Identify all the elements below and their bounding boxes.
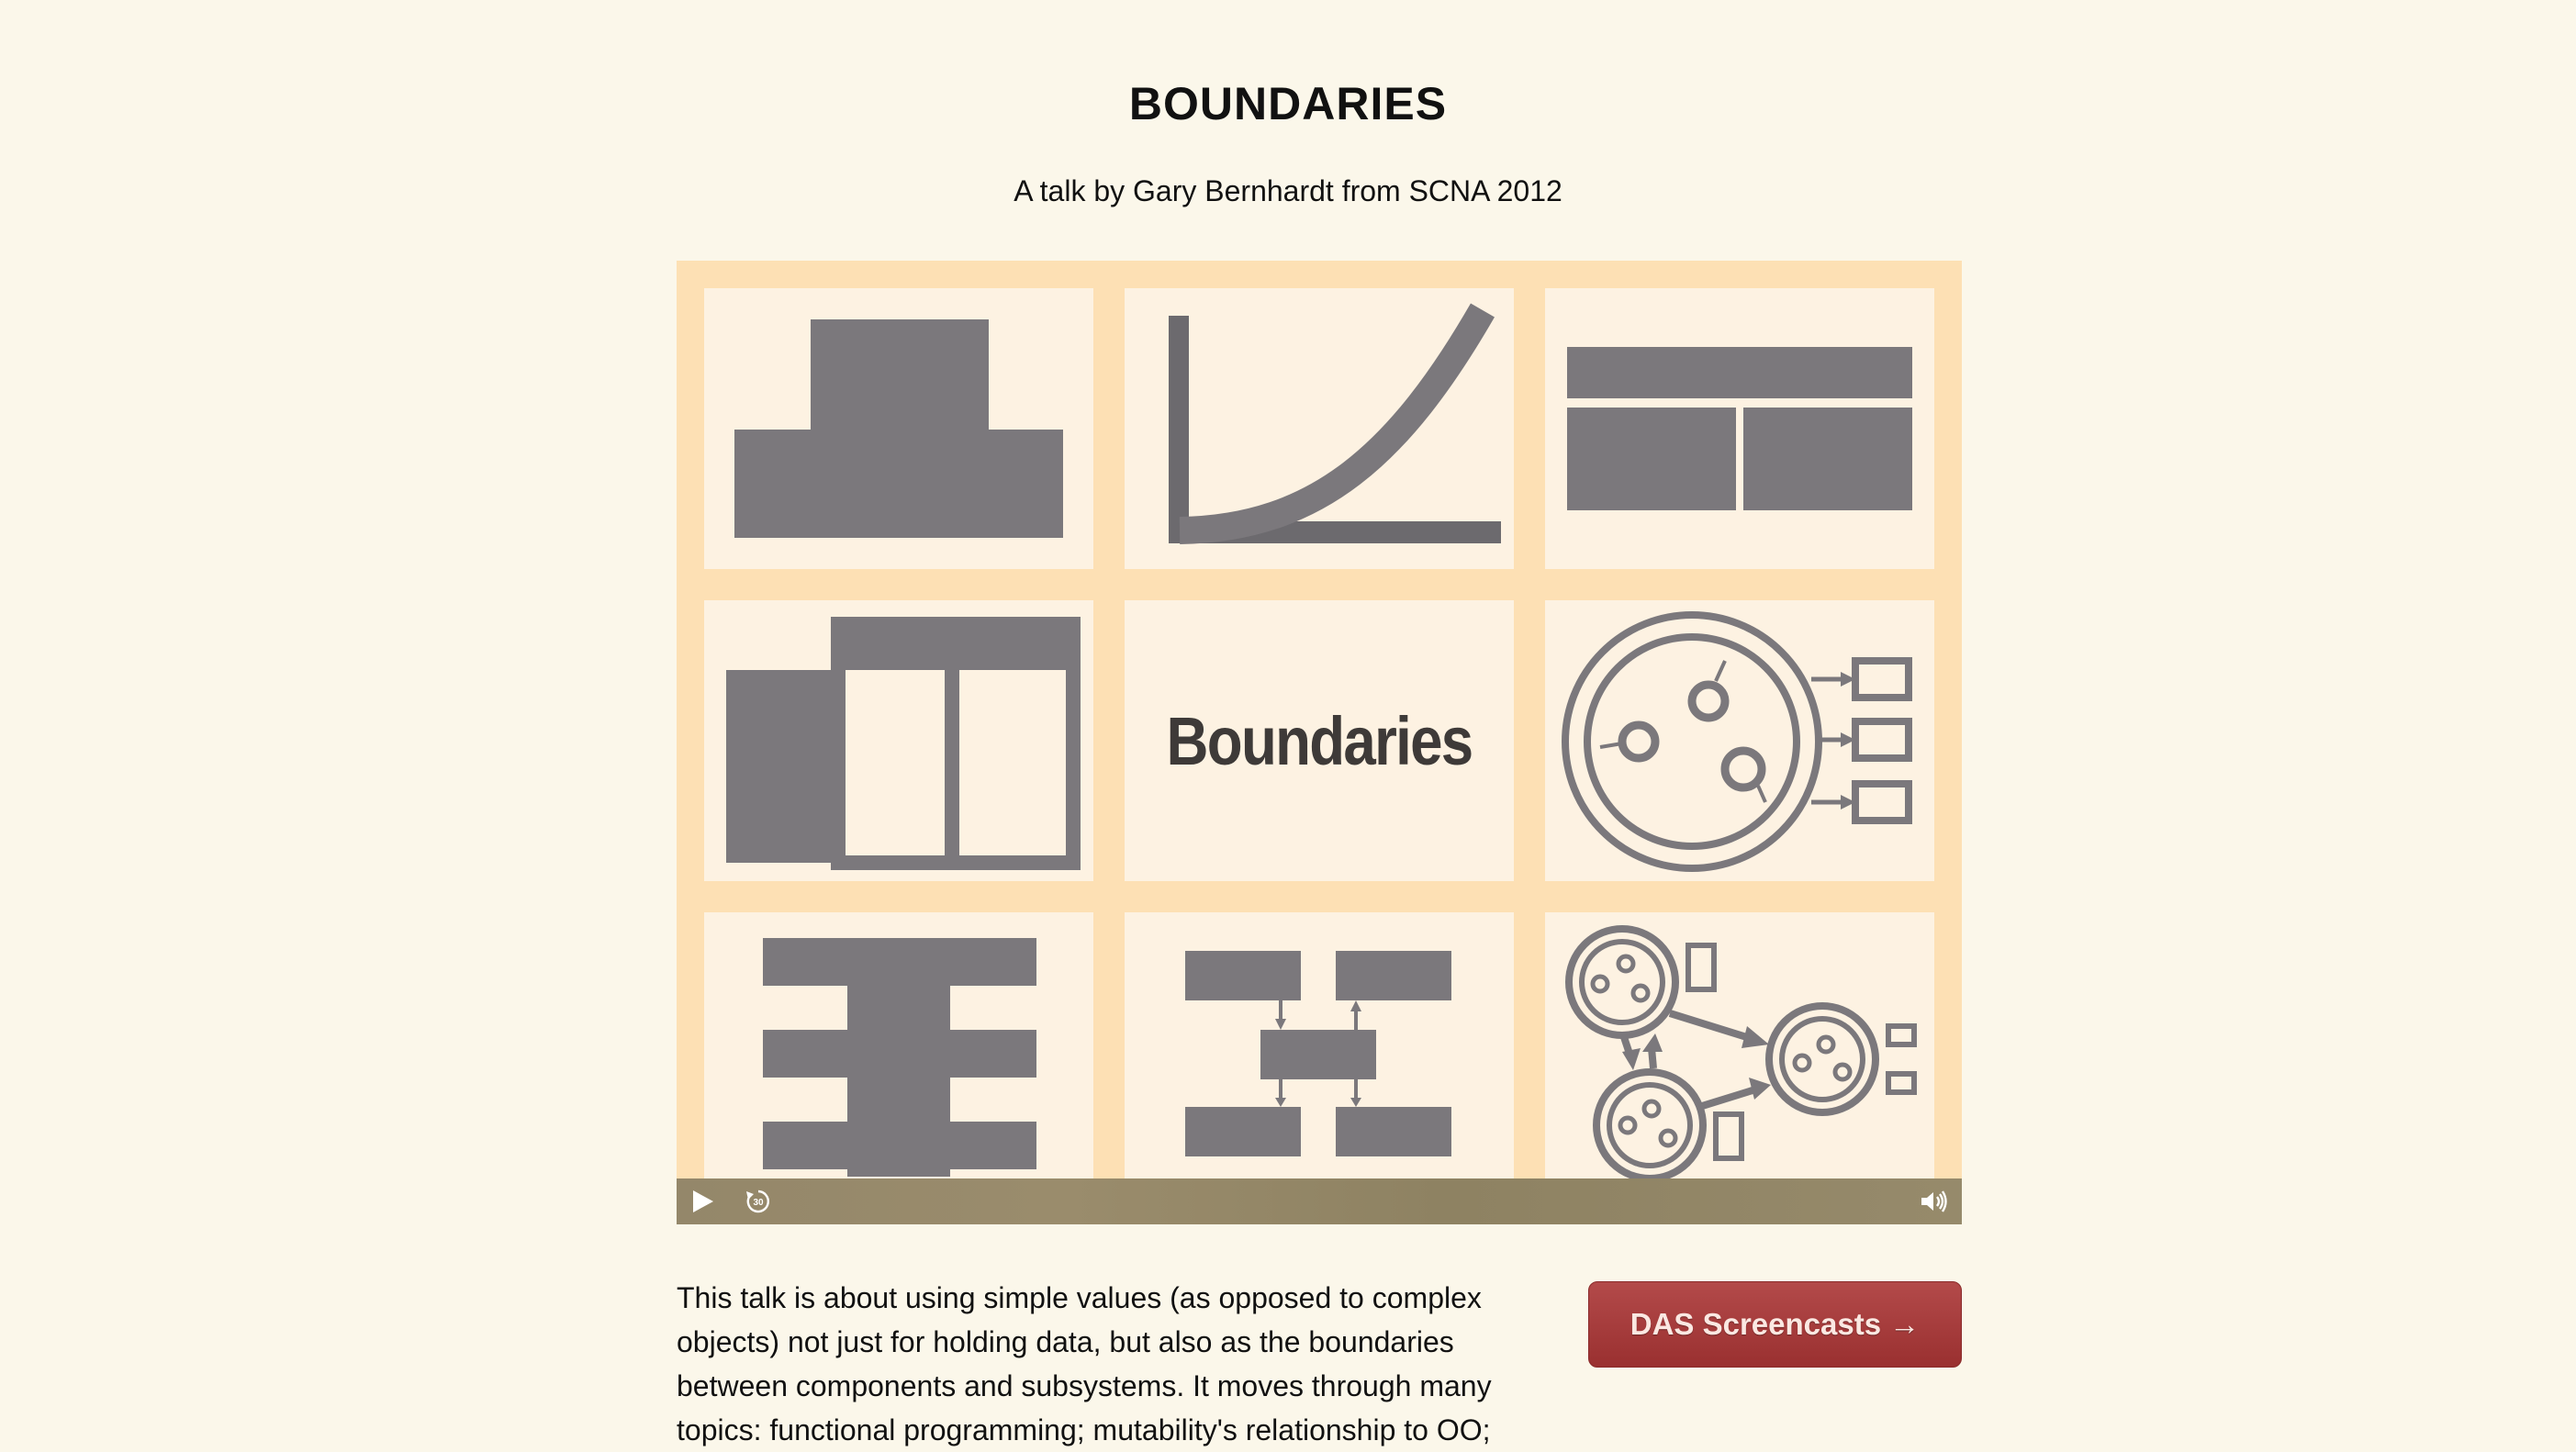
play-icon: [693, 1190, 713, 1212]
poster-tile-partition-blocks: [704, 600, 1093, 881]
nested-circles-illustration: [1562, 611, 1912, 872]
volume-icon: [1921, 1190, 1947, 1212]
video-player[interactable]: Boundaries 30: [677, 261, 1962, 1224]
poster-tile-i-beam: [704, 912, 1093, 1193]
poster-tile-nested-circles: [1545, 600, 1934, 881]
rewind-30-button[interactable]: 30: [745, 1188, 772, 1215]
poster-tile-connected-systems: [1545, 912, 1934, 1193]
video-control-bar: 30: [677, 1178, 1962, 1224]
i-beam-illustration: [763, 938, 1036, 1177]
rewind-30-icon: 30: [746, 1190, 769, 1213]
talk-description: This talk is about using simple values (…: [677, 1281, 1492, 1446]
poster-tile-flow-blocks: [1125, 912, 1514, 1193]
curve-graph-illustration: [1169, 303, 1501, 544]
poster-tile-stepped-blocks: [704, 288, 1093, 569]
play-button[interactable]: [689, 1189, 715, 1214]
layout-blocks-illustration: [1567, 347, 1912, 510]
page-subtitle: A talk by Gary Bernhardt from SCNA 2012: [1014, 174, 1562, 207]
connected-systems-illustration: [1565, 925, 1917, 1182]
poster-tile-layout-blocks: [1545, 288, 1934, 569]
page-title: BOUNDARIES: [1128, 78, 1448, 129]
partition-blocks-illustration: [726, 617, 1081, 870]
volume-button[interactable]: [1920, 1189, 1949, 1214]
das-screencasts-button[interactable]: DAS Screencasts →: [1588, 1281, 1962, 1368]
rewind-label: 30: [753, 1198, 764, 1208]
flow-blocks-illustration: [1185, 951, 1451, 1156]
stepped-blocks-illustration: [734, 319, 1063, 538]
poster-tile-title: Boundaries: [1125, 600, 1514, 881]
poster-title: Boundaries: [1166, 702, 1474, 779]
poster-tile-curve-graph: [1125, 288, 1514, 569]
